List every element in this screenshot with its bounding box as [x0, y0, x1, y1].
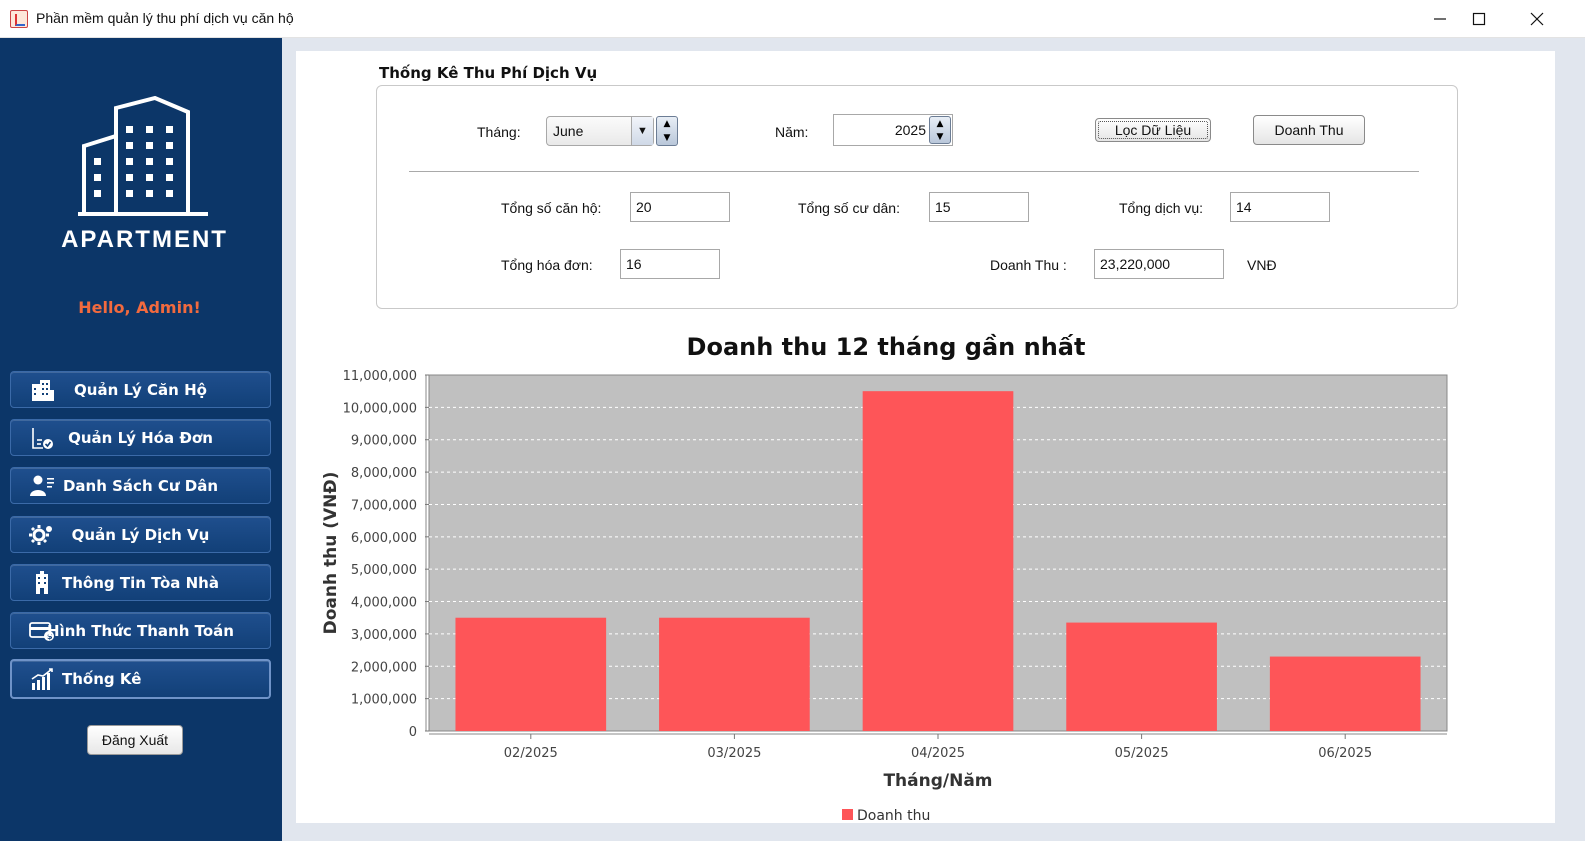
currency-label: VNĐ	[1247, 257, 1277, 273]
minimize-icon	[1434, 18, 1446, 20]
y-tick-label: 8,000,000	[351, 466, 417, 481]
y-tick-label: 10,000,000	[343, 401, 417, 416]
filter-data-button-label: Lọc Dữ Liệu	[1114, 122, 1192, 138]
total-residents-label: Tổng số cư dân:	[798, 200, 900, 216]
section-title: Thống Kê Thu Phí Dịch Vụ	[379, 64, 598, 82]
y-tick-label: 9,000,000	[351, 434, 417, 449]
spinner-up-icon[interactable]: ▲	[937, 119, 944, 129]
year-label: Năm:	[775, 124, 809, 140]
bar	[455, 617, 607, 731]
revenue-field[interactable]: 23,220,000	[1094, 249, 1224, 279]
x-tick-label: 02/2025	[504, 746, 558, 761]
revenue-label: Doanh Thu :	[990, 257, 1067, 273]
java-app-icon	[10, 10, 28, 28]
y-axis-label: Doanh thu (VNĐ)	[321, 472, 341, 635]
legend-label: Doanh thu	[857, 808, 930, 823]
window-title: Phần mềm quản lý thu phí dịch vụ căn hộ	[36, 10, 294, 26]
window-titlebar: Phần mềm quản lý thu phí dịch vụ căn hộ	[0, 0, 1585, 38]
main-content: Thống Kê Thu Phí Dịch Vụ Tháng: June ▼ ▲…	[296, 51, 1555, 823]
bar	[1066, 622, 1217, 731]
month-label: Tháng:	[477, 124, 521, 140]
chart-title: Doanh thu 12 tháng gần nhất	[686, 333, 1086, 361]
y-tick-label: 5,000,000	[351, 563, 417, 578]
nav-label: Danh Sách Cư Dân	[62, 476, 219, 495]
nav-manage-apartments[interactable]: Quản Lý Căn Hộ	[10, 371, 271, 408]
nav-manage-services[interactable]: Quản Lý Dịch Vụ	[10, 516, 271, 553]
nav-label: Hình Thức Thanh Toán	[47, 621, 234, 640]
total-invoices-label: Tổng hóa đơn:	[501, 257, 593, 273]
filter-data-button[interactable]: Lọc Dữ Liệu	[1095, 118, 1211, 142]
maximize-button[interactable]	[1450, 0, 1508, 38]
bar	[659, 617, 810, 731]
x-axis-ticks: 02/2025 03/2025 04/2025 05/2025 06/2025	[504, 734, 1372, 761]
revenue-bar-chart: 0 1,000,000 2,000,000 3,000,000 4,000,000 5,0…	[321, 369, 1448, 823]
nav-label: Quản Lý Căn Hộ	[74, 380, 207, 399]
x-tick-label: 04/2025	[911, 746, 965, 761]
chevron-down-icon[interactable]: ▼	[631, 117, 653, 145]
nav-building-info[interactable]: Thông Tin Tòa Nhà	[10, 564, 271, 601]
y-tick-label: 3,000,000	[351, 628, 417, 643]
total-apartments-field[interactable]: 20	[630, 192, 730, 222]
nav-label: Quản Lý Dịch Vụ	[71, 525, 210, 544]
close-button[interactable]	[1508, 0, 1566, 38]
y-tick-label: 7,000,000	[351, 498, 417, 513]
y-tick-label: 11,000,000	[343, 369, 417, 384]
year-value: 2025	[894, 122, 926, 138]
nav-label: Quản Lý Hóa Đơn	[68, 428, 213, 447]
total-residents-field[interactable]: 15	[929, 192, 1029, 222]
y-tick-label: 0	[409, 725, 417, 740]
nav-resident-list[interactable]: Danh Sách Cư Dân	[10, 467, 271, 504]
filter-panel: Tháng: June ▼ ▲ ▼ Năm: 2025 ▲ ▼ Lọc Dữ L…	[376, 85, 1458, 309]
y-tick-label: 6,000,000	[351, 531, 417, 546]
greeting: Hello, Admin!	[78, 298, 201, 317]
bar	[1269, 656, 1421, 731]
year-spinner[interactable]: ▲ ▼	[929, 116, 951, 144]
month-select[interactable]: June ▼	[546, 116, 654, 146]
maximize-icon	[1472, 12, 1486, 26]
y-tick-label: 2,000,000	[351, 660, 417, 675]
revenue-button[interactable]: Doanh Thu	[1253, 115, 1365, 145]
x-axis-label: Tháng/Năm	[883, 771, 992, 791]
sidebar: APARTMENT Hello, Admin! Quản Lý Căn Hộ Q…	[0, 38, 282, 841]
legend-swatch	[842, 809, 853, 820]
total-services-label: Tổng dịch vụ:	[1119, 200, 1204, 216]
x-tick-label: 05/2025	[1115, 746, 1169, 761]
month-select-value: June	[553, 123, 584, 139]
spinner-down-icon[interactable]: ▼	[664, 133, 671, 143]
close-icon	[1530, 12, 1544, 26]
logout-button[interactable]: Đăng Xuất	[87, 725, 183, 755]
total-invoices-field[interactable]: 16	[620, 249, 720, 279]
bar	[862, 391, 1014, 731]
y-tick-label: 4,000,000	[351, 596, 417, 611]
x-tick-label: 03/2025	[707, 746, 761, 761]
nav-label: Thống Kê	[62, 670, 142, 688]
month-spinner[interactable]: ▲ ▼	[656, 116, 678, 146]
spinner-up-icon[interactable]: ▲	[664, 119, 671, 129]
y-tick-label: 1,000,000	[351, 693, 417, 708]
total-services-field[interactable]: 14	[1230, 192, 1330, 222]
logo-text: APARTMENT	[61, 226, 228, 253]
nav-statistics[interactable]: Thống Kê	[10, 659, 271, 699]
nav-manage-invoices[interactable]: Quản Lý Hóa Đơn	[10, 419, 271, 456]
x-tick-label: 06/2025	[1318, 746, 1372, 761]
spinner-down-icon[interactable]: ▼	[937, 132, 944, 142]
nav-label: Thông Tin Tòa Nhà	[62, 573, 219, 592]
divider	[409, 171, 1419, 172]
y-axis-ticks: 0 1,000,000 2,000,000 3,000,000 4,000,000 5,0…	[343, 369, 429, 740]
nav-payment-methods[interactable]: $ Hình Thức Thanh Toán	[10, 612, 271, 649]
total-apartments-label: Tổng số căn hộ:	[501, 200, 602, 216]
